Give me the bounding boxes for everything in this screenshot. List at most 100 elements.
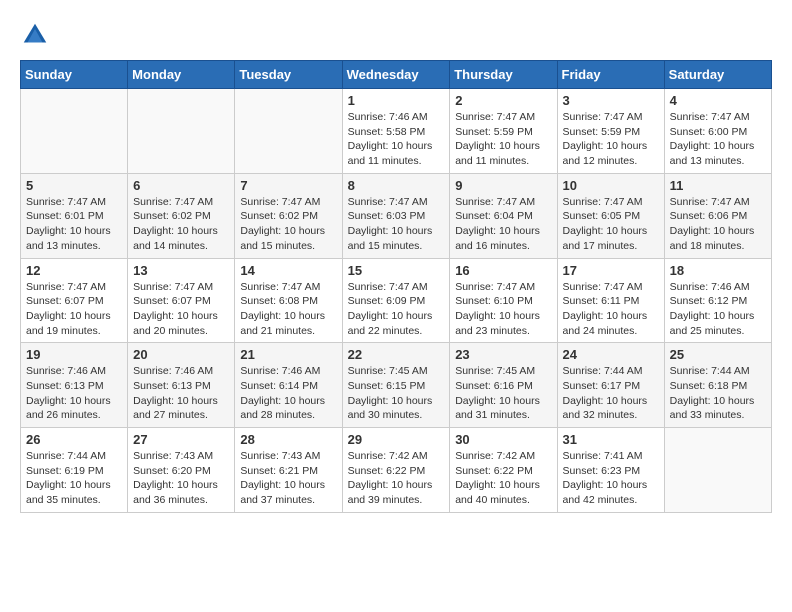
calendar-week-row: 12Sunrise: 7:47 AMSunset: 6:07 PMDayligh… (21, 258, 772, 343)
day-content: Sunrise: 7:47 AMSunset: 6:09 PMDaylight:… (348, 280, 445, 339)
day-info-line: Sunrise: 7:47 AM (670, 111, 750, 123)
day-content: Sunrise: 7:43 AMSunset: 6:21 PMDaylight:… (240, 449, 336, 508)
day-info-line: Sunrise: 7:47 AM (26, 281, 106, 293)
day-info-line: Sunset: 6:14 PM (240, 380, 318, 392)
day-info-line: Sunset: 5:58 PM (348, 126, 426, 138)
day-info-line: Daylight: 10 hours and 16 minutes. (455, 225, 540, 252)
calendar-cell: 5Sunrise: 7:47 AMSunset: 6:01 PMDaylight… (21, 173, 128, 258)
logo (20, 20, 54, 50)
calendar-cell: 6Sunrise: 7:47 AMSunset: 6:02 PMDaylight… (128, 173, 235, 258)
day-number: 15 (348, 263, 445, 278)
calendar-table: SundayMondayTuesdayWednesdayThursdayFrid… (20, 60, 772, 513)
day-content: Sunrise: 7:45 AMSunset: 6:15 PMDaylight:… (348, 364, 445, 423)
calendar-cell: 26Sunrise: 7:44 AMSunset: 6:19 PMDayligh… (21, 428, 128, 513)
day-info-line: Sunrise: 7:47 AM (348, 196, 428, 208)
day-content: Sunrise: 7:44 AMSunset: 6:18 PMDaylight:… (670, 364, 766, 423)
calendar-cell: 17 Sunrise: 7:47 AMSunset: 6:11 PMDayligh… (557, 258, 664, 343)
day-info-line: Daylight: 10 hours and 13 minutes. (670, 140, 755, 167)
day-content: Sunrise: 7:47 AMSunset: 6:07 PMDaylight:… (133, 280, 229, 339)
day-info-line: Sunset: 6:19 PM (26, 465, 104, 477)
day-info-line: Sunset: 6:17 PM (563, 380, 641, 392)
day-number: 6 (133, 178, 229, 193)
day-info-line: Daylight: 10 hours and 31 minutes. (455, 395, 540, 422)
calendar-cell: 11Sunrise: 7:47 AMSunset: 6:06 PMDayligh… (664, 173, 771, 258)
day-info-line: Daylight: 10 hours and 25 minutes. (670, 310, 755, 337)
day-number: 31 (563, 432, 659, 447)
day-number: 14 (240, 263, 336, 278)
day-info-line: Sunset: 6:15 PM (348, 380, 426, 392)
day-content: Sunrise: 7:47 AMSunset: 5:59 PMDaylight:… (455, 110, 551, 169)
day-content: Sunrise: 7:46 AMSunset: 5:58 PMDaylight:… (348, 110, 445, 169)
calendar-cell: 15 Sunrise: 7:47 AMSunset: 6:09 PMDayligh… (342, 258, 450, 343)
calendar-cell: 21Sunrise: 7:46 AMSunset: 6:14 PMDayligh… (235, 343, 342, 428)
day-number: 17 (563, 263, 659, 278)
calendar-cell: 27Sunrise: 7:43 AMSunset: 6:20 PMDayligh… (128, 428, 235, 513)
day-info-line: Sunrise: 7:47 AM (563, 111, 643, 123)
day-content: Sunrise: 7:47 AMSunset: 6:00 PMDaylight:… (670, 110, 766, 169)
day-info-line: Sunrise: 7:46 AM (240, 365, 320, 377)
day-info-line: Sunrise: 7:47 AM (26, 196, 106, 208)
day-info-line: Daylight: 10 hours and 27 minutes. (133, 395, 218, 422)
day-content: Sunrise: 7:44 AM Sunset: 6:17 PM Daylight:… (563, 364, 659, 423)
day-info-line: Daylight: 10 hours and 28 minutes. (240, 395, 325, 422)
calendar-cell: 20Sunrise: 7:46 AMSunset: 6:13 PMDayligh… (128, 343, 235, 428)
weekday-header-friday: Friday (557, 61, 664, 89)
day-info-line: Sunset: 6:13 PM (133, 380, 211, 392)
day-info-line: Sunrise: 7:47 AM (563, 281, 643, 293)
day-info-line: Sunset: 6:04 PM (455, 210, 533, 222)
day-number: 3 (563, 93, 659, 108)
calendar-cell: 9Sunrise: 7:47 AMSunset: 6:04 PMDaylight… (450, 173, 557, 258)
calendar-cell: 19Sunrise: 7:46 AMSunset: 6:13 PMDayligh… (21, 343, 128, 428)
day-info-line: Sunrise: 7:41 AM (563, 450, 643, 462)
page-header (20, 20, 772, 50)
day-info-line: Daylight: 10 hours and 32 minutes. (563, 395, 648, 422)
day-number: 27 (133, 432, 229, 447)
day-info-line: Sunset: 6:05 PM (563, 210, 641, 222)
day-number: 23 (455, 347, 551, 362)
calendar-cell (664, 428, 771, 513)
weekday-header-wednesday: Wednesday (342, 61, 450, 89)
calendar-cell: 7Sunrise: 7:47 AMSunset: 6:02 PMDaylight… (235, 173, 342, 258)
day-content: Sunrise: 7:47 AMSunset: 6:10 PMDaylight:… (455, 280, 551, 339)
day-content: Sunrise: 7:42 AMSunset: 6:22 PMDaylight:… (455, 449, 551, 508)
calendar-cell: 25 Sunrise: 7:44 AMSunset: 6:18 PMDayligh… (664, 343, 771, 428)
day-number: 12 (26, 263, 122, 278)
day-info-line: Sunset: 6:07 PM (133, 295, 211, 307)
calendar-cell (128, 89, 235, 174)
day-info-line: Sunrise: 7:45 AM (348, 365, 428, 377)
day-number: 25 (670, 347, 766, 362)
day-info-line: Sunrise: 7:46 AM (670, 281, 750, 293)
day-info-line: Sunrise: 7:43 AM (133, 450, 213, 462)
day-info-line: Daylight: 10 hours and 17 minutes. (563, 225, 648, 252)
calendar-cell: 16 Sunrise: 7:47 AMSunset: 6:10 PMDayligh… (450, 258, 557, 343)
day-number: 22 (348, 347, 445, 362)
day-info-line: Sunrise: 7:44 AM (670, 365, 750, 377)
calendar-cell: 29Sunrise: 7:42 AMSunset: 6:22 PMDayligh… (342, 428, 450, 513)
day-info-line: Sunrise: 7:47 AM (455, 281, 535, 293)
weekday-header-monday: Monday (128, 61, 235, 89)
day-content: Sunrise: 7:47 AMSunset: 5:59 PMDaylight:… (563, 110, 659, 169)
day-info-line: Daylight: 10 hours and 15 minutes. (240, 225, 325, 252)
day-info-line: Sunset: 6:02 PM (240, 210, 318, 222)
calendar-cell: 3 Sunrise: 7:47 AMSunset: 5:59 PMDaylight… (557, 89, 664, 174)
calendar-cell: 31Sunrise: 7:41 AMSunset: 6:23 PMDayligh… (557, 428, 664, 513)
day-info-line: Sunrise: 7:44 AM (563, 365, 643, 377)
calendar-cell (21, 89, 128, 174)
day-number: 24 (563, 347, 659, 362)
day-info-line: Daylight: 10 hours and 40 minutes. (455, 479, 540, 506)
day-info-line: Sunset: 6:09 PM (348, 295, 426, 307)
day-info-line: Sunrise: 7:42 AM (348, 450, 428, 462)
day-content: Sunrise: 7:47 AMSunset: 6:11 PMDaylight:… (563, 280, 659, 339)
day-info-line: Daylight: 10 hours and 20 minutes. (133, 310, 218, 337)
calendar-cell: 2 Sunrise: 7:47 AMSunset: 5:59 PMDaylight… (450, 89, 557, 174)
day-number: 28 (240, 432, 336, 447)
day-number: 16 (455, 263, 551, 278)
weekday-header-thursday: Thursday (450, 61, 557, 89)
calendar-cell: 24 Sunrise: 7:44 AM Sunset: 6:17 PM Dayligh… (557, 343, 664, 428)
day-info-line: Sunset: 6:22 PM (455, 465, 533, 477)
day-info-line: Daylight: 10 hours and 24 minutes. (563, 310, 648, 337)
day-number: 11 (670, 178, 766, 193)
day-content: Sunrise: 7:42 AMSunset: 6:22 PMDaylight:… (348, 449, 445, 508)
day-info-line: Sunset: 6:13 PM (26, 380, 104, 392)
day-number: 2 (455, 93, 551, 108)
